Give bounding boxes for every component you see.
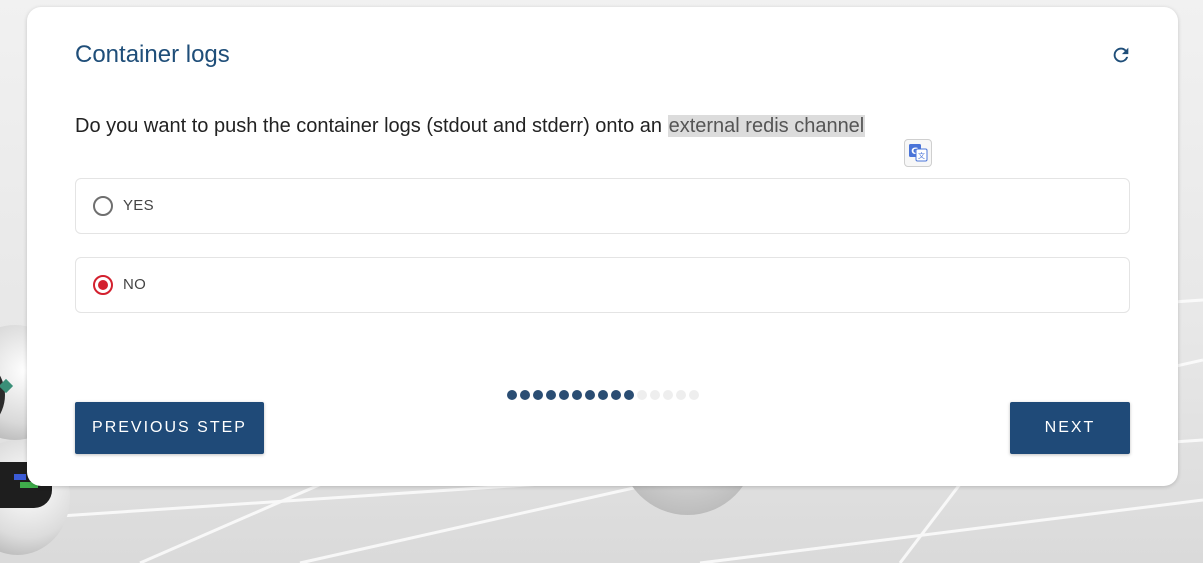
- progress-dot-complete: [533, 390, 543, 400]
- option-no[interactable]: NO: [75, 257, 1130, 313]
- progress-dot-complete: [559, 390, 569, 400]
- progress-dot-complete: [572, 390, 582, 400]
- question-text-main: Do you want to push the container logs (…: [75, 115, 668, 137]
- progress-dot-pending: [637, 390, 647, 400]
- svg-text:文: 文: [918, 151, 925, 160]
- progress-dot-complete: [585, 390, 595, 400]
- progress-dot-complete: [611, 390, 621, 400]
- progress-dot-pending: [676, 390, 686, 400]
- progress-dot-complete: [598, 390, 608, 400]
- page-title: Container logs: [75, 41, 230, 68]
- radio-button-yes[interactable]: [93, 196, 113, 216]
- step-progress-indicator: [507, 390, 699, 400]
- radio-button-no[interactable]: [93, 275, 113, 295]
- progress-dot-pending: [689, 390, 699, 400]
- progress-dot-complete: [507, 390, 517, 400]
- background-chip-accent: [14, 474, 26, 480]
- previous-step-button[interactable]: PREVIOUS STEP: [75, 402, 264, 454]
- question-highlighted-text: external redis channel: [667, 115, 866, 137]
- option-yes[interactable]: YES: [75, 178, 1130, 234]
- progress-dot-complete: [546, 390, 556, 400]
- refresh-icon[interactable]: [1110, 44, 1132, 66]
- question-text: Do you want to push the container logs (…: [75, 115, 866, 138]
- progress-dot-complete: [520, 390, 530, 400]
- progress-dot-pending: [663, 390, 673, 400]
- next-button[interactable]: NEXT: [1010, 402, 1130, 454]
- option-label: YES: [123, 197, 154, 214]
- progress-dot-pending: [650, 390, 660, 400]
- google-translate-icon[interactable]: G 文: [904, 139, 932, 167]
- progress-dot-complete: [624, 390, 634, 400]
- option-label: NO: [123, 276, 147, 293]
- wizard-card: Container logs Do you want to push the c…: [27, 7, 1178, 486]
